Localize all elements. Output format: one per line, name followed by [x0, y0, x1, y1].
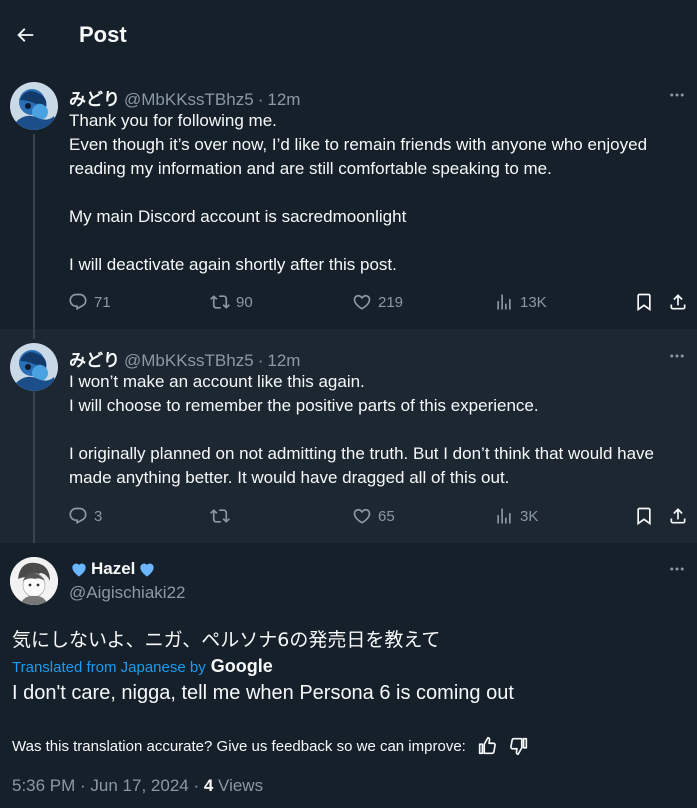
bookmark-button[interactable]	[634, 292, 654, 312]
share-icon	[670, 508, 686, 524]
views-button[interactable]: 13K	[494, 292, 547, 312]
feedback-prompt: Was this translation accurate? Give us f…	[12, 737, 466, 755]
post-text: Thank you for following me. Even though …	[69, 109, 689, 277]
avatar-image-icon	[10, 82, 58, 130]
post-line: Even though it’s over now, I’d like to r…	[69, 135, 652, 178]
post-actions: 71 90 219 13K	[68, 292, 690, 316]
thread-connector	[33, 134, 35, 329]
translated-from-label: Translated from Japanese by	[12, 659, 206, 676]
page-title: Post	[79, 22, 127, 47]
like-button[interactable]: 219	[352, 292, 403, 312]
more-options-button[interactable]	[667, 346, 687, 366]
heart-icon	[353, 294, 371, 310]
share-button[interactable]	[668, 292, 688, 312]
separator-dot: ·	[257, 90, 264, 109]
main-post: Hazel @Aigischiaki22 気にしないよ、ニガ、ペルソナ6の発売日…	[0, 543, 697, 808]
avatar[interactable]	[10, 82, 58, 130]
author-display-name: Hazel	[91, 559, 136, 578]
more-options-button[interactable]	[667, 85, 687, 105]
back-button[interactable]	[8, 18, 42, 52]
thread-post-2[interactable]: みどり @MbKKssTBhz5 · 12m I won’t make an a…	[0, 329, 697, 543]
thread-connector	[33, 391, 35, 543]
repost-button[interactable]: 90	[210, 292, 253, 312]
repost-icon	[210, 295, 230, 309]
share-icon	[670, 294, 686, 310]
blue-heart-icon	[72, 563, 86, 577]
bookmark-icon	[637, 507, 651, 526]
author-row: みどり @MbKKssTBhz5 · 12m	[69, 346, 300, 371]
bookmark-icon	[637, 293, 651, 312]
separator-dot: ·	[257, 351, 264, 370]
author-display-name-row[interactable]: Hazel	[69, 559, 157, 579]
post-time[interactable]: 12m	[267, 351, 300, 371]
repost-button[interactable]	[210, 506, 236, 526]
like-count: 219	[378, 293, 404, 311]
views-count: 4	[203, 776, 214, 795]
author-row: みどり @MbKKssTBhz5 · 12m	[69, 85, 300, 110]
post-line: I originally planned on not admitting th…	[69, 444, 659, 487]
more-horizontal-icon	[670, 354, 684, 358]
author-display-name[interactable]: みどり	[69, 85, 120, 110]
translation-feedback: Was this translation accurate? Give us f…	[12, 735, 530, 757]
post-metadata: 5:36 PM · Jun 17, 2024 · 4 Views	[12, 776, 263, 796]
thread-post-1[interactable]: みどり @MbKKssTBhz5 · 12m Thank you for fol…	[0, 72, 697, 329]
reply-icon	[69, 507, 87, 525]
author-handle[interactable]: @Aigischiaki22	[69, 583, 185, 603]
top-bar: Post	[0, 0, 697, 72]
google-logo: Google	[210, 656, 273, 676]
repost-icon	[210, 509, 230, 523]
avatar-image-icon	[10, 557, 58, 605]
repost-count: 90	[236, 293, 253, 311]
reply-button[interactable]: 71	[68, 292, 111, 312]
views-label: Views	[213, 776, 264, 795]
reply-count: 71	[94, 293, 111, 311]
translation-attribution[interactable]: Translated from Japanese by Google	[12, 656, 273, 677]
share-button[interactable]	[668, 506, 688, 526]
more-horizontal-icon	[670, 93, 684, 97]
avatar[interactable]	[10, 343, 58, 391]
reply-icon	[69, 293, 87, 311]
arrow-left-icon	[17, 28, 34, 42]
views-count: 3K	[520, 507, 539, 525]
original-post-text: 気にしないよ、ニガ、ペルソナ6の発売日を教えて	[12, 629, 441, 651]
post-line: I won’t make an account like this again.	[69, 372, 365, 391]
more-options-button[interactable]	[667, 559, 687, 579]
heart-icon	[353, 508, 371, 524]
analytics-icon	[497, 508, 511, 524]
thumbs-down-icon[interactable]	[508, 735, 530, 757]
post-line: I will deactivate again shortly after th…	[69, 255, 397, 274]
translated-post-text: I don't care, nigga, tell me when Person…	[12, 682, 514, 704]
author-handle[interactable]: @MbKKssTBhz5	[124, 351, 254, 371]
author-handle[interactable]: @MbKKssTBhz5	[124, 90, 254, 110]
thumbs-up-icon[interactable]	[476, 735, 498, 757]
avatar-image-icon	[10, 343, 58, 391]
post-text: I won’t make an account like this again.…	[69, 370, 689, 490]
post-actions: 3 65 3K	[68, 506, 690, 530]
views-button[interactable]: 3K	[494, 506, 538, 526]
reply-button[interactable]: 3	[68, 506, 102, 526]
post-line: Thank you for following me.	[69, 111, 277, 130]
post-timestamp[interactable]: 5:36 PM · Jun 17, 2024 ·	[12, 776, 204, 795]
post-time[interactable]: 12m	[267, 90, 300, 110]
more-horizontal-icon	[670, 567, 684, 571]
views-count: 13K	[520, 293, 547, 311]
like-count: 65	[378, 507, 395, 525]
reply-count: 3	[94, 507, 103, 525]
avatar[interactable]	[10, 557, 58, 605]
like-button[interactable]: 65	[352, 506, 395, 526]
blue-heart-icon	[140, 563, 155, 577]
post-line: My main Discord account is sacredmoonlig…	[69, 207, 407, 226]
bookmark-button[interactable]	[634, 506, 654, 526]
author-display-name[interactable]: みどり	[69, 346, 120, 371]
thread-connector	[33, 329, 35, 339]
analytics-icon	[497, 294, 511, 310]
post-line: I will choose to remember the positive p…	[69, 396, 539, 415]
